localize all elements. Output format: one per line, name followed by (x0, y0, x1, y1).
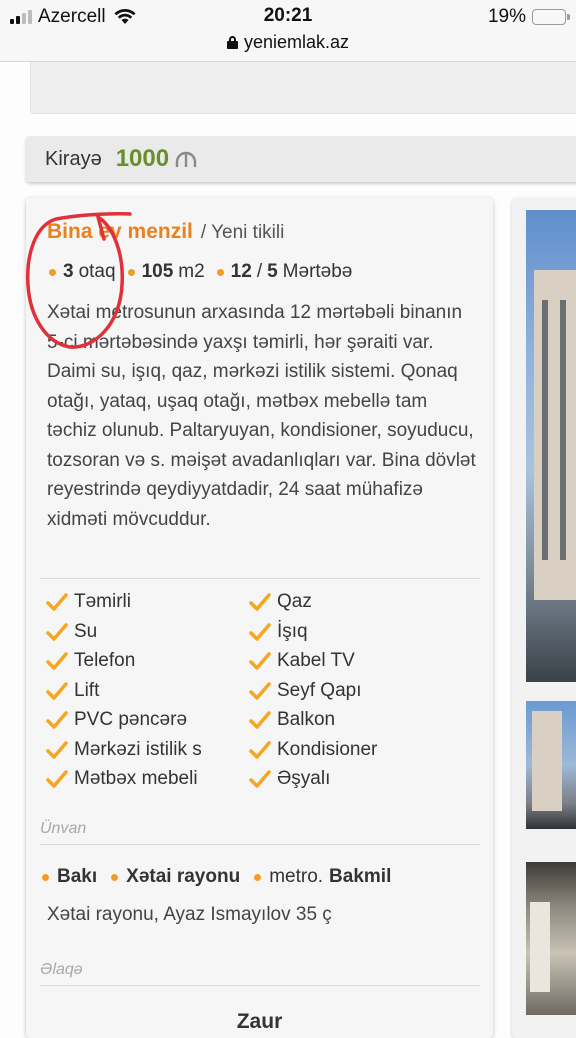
bullet-icon (216, 268, 224, 276)
feature-label: Su (74, 620, 98, 642)
price-value: 1000 (115, 145, 170, 172)
feature-label: Mərkəzi istilik s (74, 738, 202, 760)
feature-label: Telefon (74, 650, 136, 672)
feature-item: Əşyalı (249, 768, 452, 791)
floor-label: Mərtəbə (282, 261, 353, 282)
feature-label: Qaz (277, 591, 312, 613)
checkmark-icon (46, 740, 68, 759)
manat-icon (175, 151, 197, 167)
feature-label: Əşyalı (277, 768, 331, 790)
feature-label: Təmirli (74, 591, 131, 613)
battery-icon (532, 9, 570, 25)
bullet-icon (254, 873, 262, 881)
feature-label: PVC pəncərə (74, 709, 188, 731)
divider (40, 578, 480, 579)
listing-card: Bina ev menzil / Yeni tikili 3 otaq 105 m2 … (26, 198, 493, 1038)
property-type[interactable]: Bina ev menzil (47, 220, 193, 243)
listing-meta: 3 otaq 105 m2 12/5 Mərtəbə (42, 261, 352, 283)
district[interactable]: Xətai rayonu (126, 866, 240, 888)
contact-name: Zaur (236, 1010, 283, 1033)
listing-photo[interactable] (526, 862, 576, 1015)
listing-description: Xətai metrosunun arxasında 12 mərtəbəli … (47, 302, 476, 530)
floor-number: 12 (230, 261, 252, 282)
battery-percent: 19% (487, 6, 526, 27)
feature-label: Kondisioner (277, 738, 378, 760)
checkmark-icon (249, 740, 271, 759)
checkmark-icon (46, 770, 68, 789)
bullet-icon (42, 873, 49, 881)
feature-label: Seyf Qapı (277, 679, 362, 701)
floor-separator: / (256, 261, 263, 282)
lock-icon (226, 36, 238, 49)
divider (40, 844, 480, 845)
feature-item: Mərkəzi istilik s (46, 739, 249, 762)
address-full: Xətai rayonu, Ayaz Ismayılov 35 ç (47, 904, 332, 925)
price-bar: Kirayə 1000 (26, 136, 576, 182)
checkmark-icon (46, 593, 68, 612)
checkmark-icon (249, 622, 271, 641)
divider (40, 985, 480, 986)
checkmark-icon (46, 652, 68, 671)
feature-item: Mətbəx mebeli (46, 768, 249, 791)
feature-item: Seyf Qapı (249, 680, 452, 703)
address-bar[interactable]: yeniemlak.az (0, 32, 576, 53)
features-grid: Təmirli Qaz Su İşıq Telefon Kabel TV Lift Seyf … (46, 591, 486, 791)
bullet-icon (49, 268, 56, 276)
listing-type: Kirayə (45, 147, 102, 170)
contact-section-label: Əlaqə (40, 961, 83, 978)
feature-item: Kabel TV (249, 650, 452, 673)
listing-title: Bina ev menzil / Yeni tikili (47, 220, 284, 244)
metro-prefix: metro. (269, 866, 324, 887)
bullet-icon (111, 873, 119, 881)
checkmark-icon (249, 652, 271, 671)
feature-item: Telefon (46, 650, 249, 673)
address-summary: Bakı Xətai rayonu metro. Bakmil (40, 866, 391, 888)
listing-photo[interactable] (526, 701, 576, 829)
checkmark-icon (249, 593, 271, 612)
feature-item: Təmirli (46, 591, 249, 614)
feature-item: Lift (46, 680, 249, 703)
feature-item: Balkon (249, 709, 452, 732)
checkmark-icon (46, 622, 68, 641)
feature-item: Qaz (249, 591, 452, 614)
bullet-icon (127, 268, 135, 276)
area-value: 105 (141, 261, 174, 282)
feature-label: Mətbəx mebeli (74, 768, 198, 790)
status-bar: Azercell 20:21 19% yeniemlak.az (0, 0, 576, 62)
area-unit: m2 (178, 261, 205, 282)
listing-photo[interactable] (526, 210, 576, 682)
address-section-label: Ünvan (40, 820, 87, 837)
metro-station[interactable]: Bakmil (329, 866, 391, 888)
previous-section-box (30, 62, 576, 114)
checkmark-icon (249, 711, 271, 730)
feature-label: İşıq (277, 620, 308, 642)
feature-item: Su (46, 621, 249, 644)
rooms-label: otaq (78, 261, 116, 282)
feature-label: Balkon (277, 709, 336, 731)
battery-group: 19% (487, 6, 570, 28)
building-type: / Yeni tikili (200, 222, 285, 243)
url-text: yeniemlak.az (243, 32, 350, 52)
checkmark-icon (249, 770, 271, 789)
feature-item: İşıq (249, 621, 452, 644)
feature-label: Kabel TV (277, 650, 355, 672)
city[interactable]: Bakı (57, 866, 97, 888)
checkmark-icon (46, 711, 68, 730)
floor-total: 5 (267, 261, 278, 282)
rooms-count: 3 (63, 261, 74, 282)
checkmark-icon (46, 681, 68, 700)
feature-label: Lift (74, 679, 100, 701)
feature-item: PVC pəncərə (46, 709, 249, 732)
checkmark-icon (249, 681, 271, 700)
photo-gallery (512, 198, 576, 1038)
feature-item: Kondisioner (249, 739, 452, 762)
